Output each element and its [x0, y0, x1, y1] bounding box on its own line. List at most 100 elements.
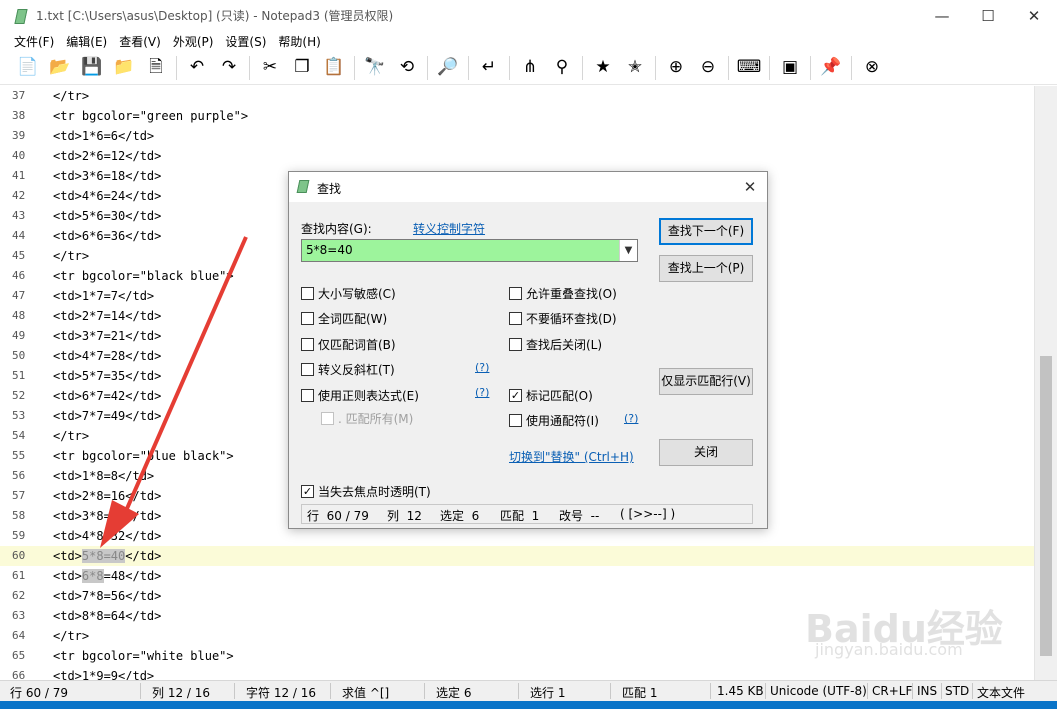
- chevron-down-icon[interactable]: ▼: [619, 240, 637, 261]
- hierarchy-icon[interactable]: ⋔: [516, 54, 544, 82]
- dialog-close-button[interactable]: 关闭: [659, 439, 753, 466]
- save-copy-icon[interactable]: 🗎: [142, 54, 170, 82]
- line-text[interactable]: <td>4*6=24</td>: [53, 186, 161, 206]
- line-text[interactable]: <tr bgcolor="black blue">: [53, 266, 234, 286]
- pin-icon[interactable]: 📌: [817, 54, 845, 82]
- line-text[interactable]: <td>7*7=49</td>: [53, 406, 161, 426]
- editor-line[interactable]: 61 <td>6*8=48</td>: [0, 566, 1034, 586]
- line-text[interactable]: </tr>: [53, 626, 89, 646]
- vertical-scrollbar[interactable]: [1034, 86, 1057, 680]
- checkbox-box[interactable]: ✓: [301, 485, 314, 498]
- line-text[interactable]: </tr>: [53, 86, 89, 106]
- line-text[interactable]: <td>6*6=36</td>: [53, 226, 161, 246]
- line-text[interactable]: <td>5*8=40</td>: [53, 546, 161, 566]
- option-checkbox[interactable]: 查找后关闭(L): [509, 336, 602, 353]
- line-text[interactable]: <td>2*8=16</td>: [53, 486, 161, 506]
- checkbox-box[interactable]: [301, 338, 314, 351]
- line-text[interactable]: <td>5*7=35</td>: [53, 366, 161, 386]
- line-text[interactable]: <td>1*9=9</td>: [53, 666, 154, 680]
- option-checkbox[interactable]: 使用正则表达式(E): [301, 387, 419, 404]
- editor-line[interactable]: 40 <td>2*6=12</td>: [0, 146, 1034, 166]
- option-checkbox[interactable]: 不要循环查找(D): [509, 310, 617, 327]
- show-matching-lines-button[interactable]: 仅显示匹配行(V): [659, 368, 753, 395]
- help-wildcard-link[interactable]: (?): [624, 412, 638, 425]
- menu-item-4[interactable]: 设置(S): [219, 33, 272, 50]
- zoom-find-icon[interactable]: ⚲: [548, 54, 576, 82]
- minimize-button[interactable]: —: [919, 0, 965, 31]
- paste-icon[interactable]: 📋: [320, 54, 348, 82]
- option-checkbox[interactable]: 转义反斜杠(T): [301, 361, 395, 378]
- line-text[interactable]: <td>2*7=14</td>: [53, 306, 161, 326]
- option-checkbox[interactable]: 仅匹配词首(B): [301, 336, 396, 353]
- editor-line[interactable]: 59 <td>4*8=32</td>: [0, 526, 1034, 546]
- escape-control-chars-link[interactable]: 转义控制字符: [413, 220, 485, 237]
- zoom-out-icon[interactable]: ⊖: [694, 54, 722, 82]
- checkbox-box[interactable]: [301, 389, 314, 402]
- line-text[interactable]: </tr>: [53, 426, 89, 446]
- scrollbar-thumb[interactable]: [1040, 356, 1052, 656]
- line-text[interactable]: <td>3*6=18</td>: [53, 166, 161, 186]
- line-text[interactable]: <td>6*7=42</td>: [53, 386, 161, 406]
- line-text[interactable]: <td>4*8=32</td>: [53, 526, 161, 546]
- editor-line[interactable]: 66 <td>1*9=9</td>: [0, 666, 1034, 680]
- copy-icon[interactable]: ❐: [288, 54, 316, 82]
- replace-icon[interactable]: ⟲: [393, 54, 421, 82]
- status-file-type[interactable]: 文本文件: [977, 684, 1025, 701]
- menu-item-5[interactable]: 帮助(H): [272, 33, 326, 50]
- switch-to-replace-link[interactable]: 切换到"替换" (Ctrl+H): [509, 448, 634, 465]
- menu-item-3[interactable]: 外观(P): [167, 33, 220, 50]
- line-text[interactable]: <tr bgcolor="blue black">: [53, 446, 234, 466]
- maximize-button[interactable]: ☐: [965, 0, 1011, 31]
- close-window-button[interactable]: ✕: [1011, 0, 1057, 31]
- find-input[interactable]: 5*8=40 ▼: [301, 239, 638, 262]
- line-text[interactable]: <td>3*8=24</td>: [53, 506, 161, 526]
- line-text[interactable]: <td>5*6=30</td>: [53, 206, 161, 226]
- help-escape-backslash-link[interactable]: (?): [475, 361, 489, 374]
- keyboard-icon[interactable]: ⌨: [735, 54, 763, 82]
- zoom-in-icon[interactable]: ⊕: [662, 54, 690, 82]
- line-text[interactable]: <td>4*7=28</td>: [53, 346, 161, 366]
- line-text[interactable]: <td>6*8=48</td>: [53, 566, 161, 586]
- console-icon[interactable]: ▣: [776, 54, 804, 82]
- line-text[interactable]: <td>1*6=6</td>: [53, 126, 154, 146]
- line-text[interactable]: <td>7*8=56</td>: [53, 586, 161, 606]
- line-text[interactable]: <td>3*7=21</td>: [53, 326, 161, 346]
- option-checkbox[interactable]: 使用通配符(I): [509, 412, 599, 429]
- checkbox-box[interactable]: [301, 287, 314, 300]
- line-text[interactable]: </tr>: [53, 246, 89, 266]
- checkbox-box[interactable]: [509, 414, 522, 427]
- find-icon[interactable]: 🔭: [361, 54, 389, 82]
- undo-icon[interactable]: ↶: [183, 54, 211, 82]
- line-text[interactable]: <td>8*8=64</td>: [53, 606, 161, 626]
- help-regex-link[interactable]: (?): [475, 386, 489, 399]
- checkbox-box[interactable]: ✓: [509, 389, 522, 402]
- checkbox-box[interactable]: [509, 287, 522, 300]
- line-text[interactable]: <tr bgcolor="green purple">: [53, 106, 248, 126]
- editor-line[interactable]: 37 </tr>: [0, 86, 1034, 106]
- find-next-button[interactable]: 查找下一个(F): [659, 218, 753, 245]
- checkbox-box[interactable]: [301, 363, 314, 376]
- line-text[interactable]: <td>2*6=12</td>: [53, 146, 161, 166]
- new-file-icon[interactable]: 📄: [14, 54, 42, 82]
- find-input-value[interactable]: 5*8=40: [306, 243, 353, 257]
- open-folder-icon[interactable]: 📂: [46, 54, 74, 82]
- find-previous-button[interactable]: 查找上一个(P): [659, 255, 753, 282]
- option-checkbox[interactable]: ✓ 标记匹配(O): [509, 387, 593, 404]
- transparent-on-blur-checkbox[interactable]: ✓ 当失去焦点时透明(T): [301, 483, 431, 500]
- line-text[interactable]: <tr bgcolor="white blue">: [53, 646, 234, 666]
- add-favorite-icon[interactable]: ✭: [621, 54, 649, 82]
- checkbox-box[interactable]: [509, 338, 522, 351]
- option-checkbox[interactable]: 全词匹配(W): [301, 310, 387, 327]
- option-checkbox[interactable]: 大小写敏感(C): [301, 285, 396, 302]
- goto-icon[interactable]: 🔎: [434, 54, 462, 82]
- checkbox-box[interactable]: [509, 312, 522, 325]
- menu-item-0[interactable]: 文件(F): [8, 33, 60, 50]
- exit-icon[interactable]: ⊗: [858, 54, 886, 82]
- editor-line[interactable]: 38 <tr bgcolor="green purple">: [0, 106, 1034, 126]
- word-wrap-icon[interactable]: ↵: [475, 54, 503, 82]
- option-checkbox[interactable]: 允许重叠查找(O): [509, 285, 617, 302]
- cut-icon[interactable]: ✂: [256, 54, 284, 82]
- checkbox-box[interactable]: [301, 312, 314, 325]
- line-text[interactable]: <td>1*8=8</td>: [53, 466, 154, 486]
- menu-item-2[interactable]: 查看(V): [113, 33, 167, 50]
